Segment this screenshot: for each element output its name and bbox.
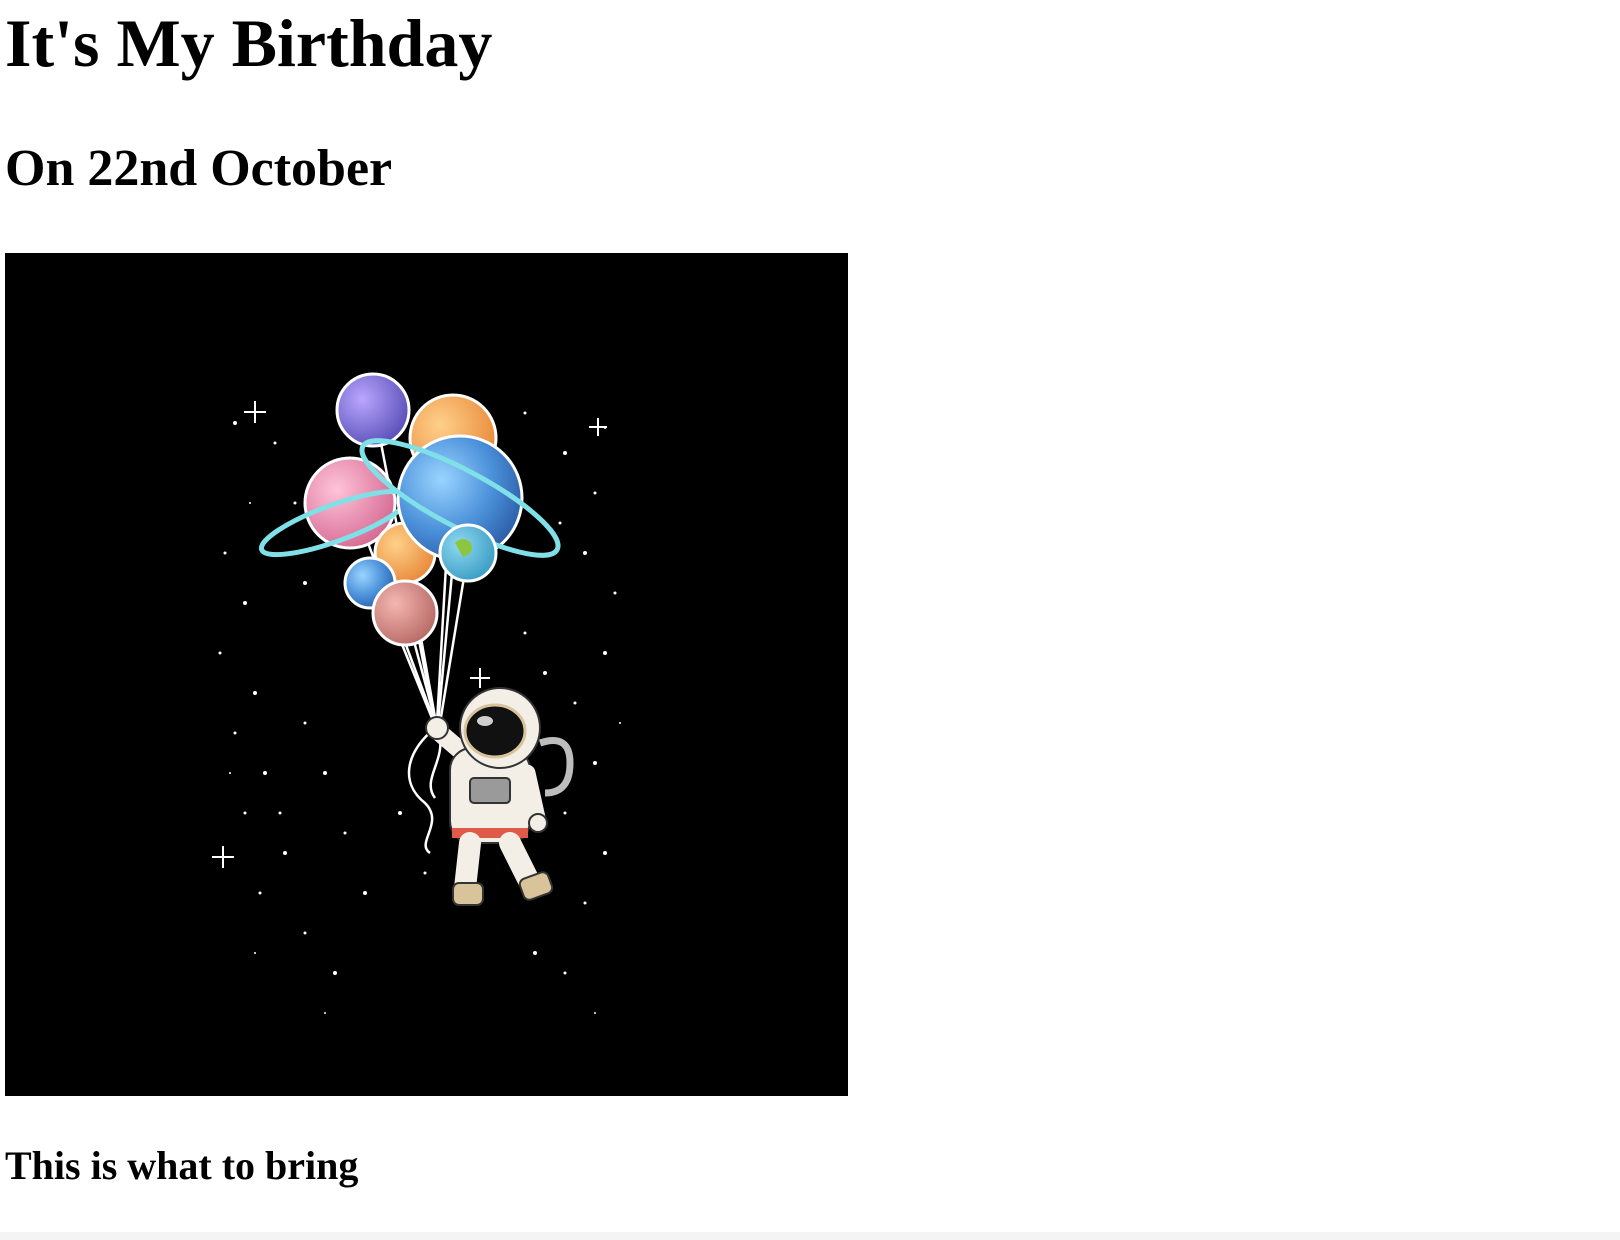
event-date-heading: On 22nd October (5, 140, 393, 197)
planet-balloons (258, 372, 561, 647)
page-title: It's My Birthday (5, 5, 493, 81)
page-bottom-edge (0, 1232, 1620, 1240)
astronaut-balloons-image (5, 253, 848, 1096)
astronaut (425, 687, 574, 906)
what-to-bring-heading: This is what to bring (5, 1143, 359, 1188)
birthday-page: It's My Birthday On 22nd October This is… (0, 0, 1620, 1240)
